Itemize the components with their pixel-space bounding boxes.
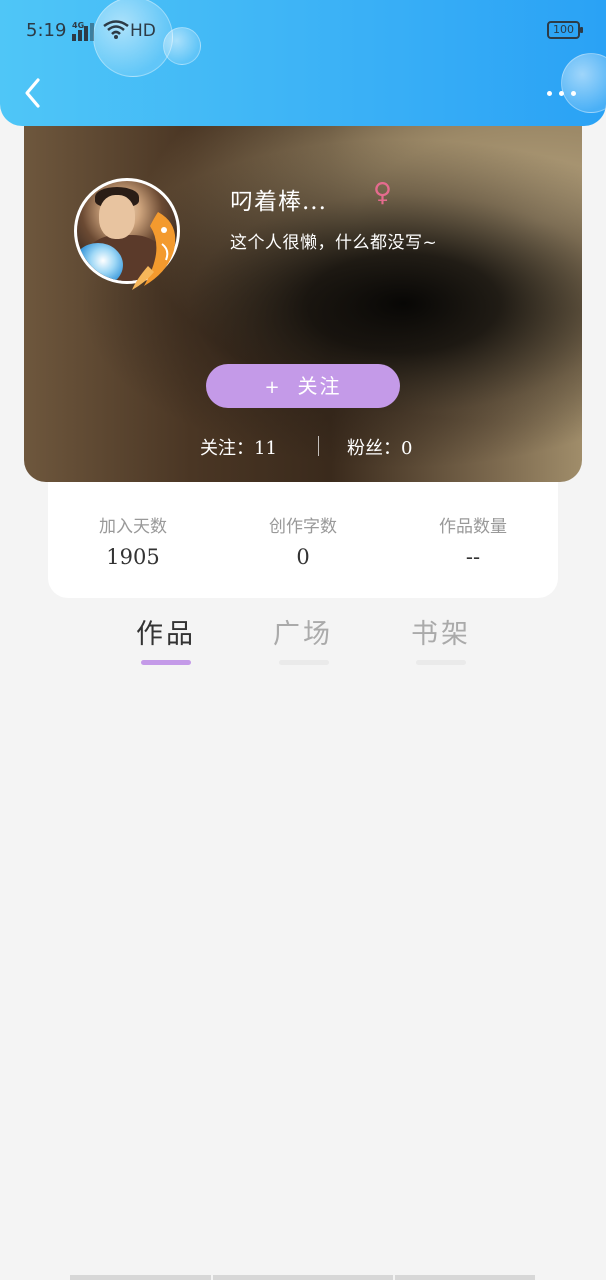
stat-value: 1905: [106, 545, 160, 569]
stat-label: 加入天数: [99, 517, 167, 537]
tab-bookshelf-indicator: [416, 660, 466, 665]
tab-square[interactable]: 广场: [273, 612, 333, 651]
battery-icon: 100: [547, 21, 583, 39]
stats-card: 加入天数 1905 创作字数 0 作品数量 --: [48, 482, 558, 598]
back-button[interactable]: [18, 75, 50, 111]
stat-works-count: 作品数量 --: [388, 512, 558, 569]
following-count[interactable]: 关注：11: [200, 434, 277, 460]
user-bio: 这个人很懒，什么都没写~: [230, 233, 438, 253]
bottom-bar-segment: [70, 1275, 211, 1280]
username: 叼着棒...: [230, 189, 327, 215]
profile-card: 叼着棒... ♀ 这个人很懒，什么都没写~ + 关注 关注：11 粉丝：0: [24, 110, 582, 482]
plus-icon: +: [264, 377, 282, 398]
hd-label: HD: [130, 21, 156, 41]
tab-works[interactable]: 作品: [136, 612, 196, 651]
more-dots-icon: [547, 91, 552, 96]
female-gender-icon: ♀: [373, 178, 393, 208]
status-time: 5:19: [26, 20, 67, 41]
top-header: 5:19 4G HD 100: [0, 0, 606, 126]
status-bar: 5:19 4G HD 100: [0, 0, 606, 62]
stat-value: 0: [296, 545, 310, 569]
bottom-bar-segment: [395, 1275, 535, 1280]
tab-works-indicator: [141, 660, 191, 665]
tab-bookshelf[interactable]: 书架: [411, 612, 471, 651]
stat-join-days: 加入天数 1905: [48, 512, 218, 569]
stat-label: 创作字数: [269, 517, 337, 537]
more-dots-icon: [559, 91, 564, 96]
follow-button-label: 关注: [297, 374, 342, 398]
stat-word-count: 创作字数 0: [218, 512, 388, 569]
wifi-icon: [103, 20, 129, 39]
stat-label: 作品数量: [439, 517, 507, 537]
signal-icon: [72, 23, 94, 41]
chevron-left-icon: [25, 78, 40, 108]
follow-button[interactable]: + 关注: [206, 364, 400, 408]
fans-count[interactable]: 粉丝：0: [347, 434, 412, 460]
tab-square-indicator: [279, 660, 329, 665]
divider: [318, 436, 319, 456]
koi-fish-icon: [132, 212, 176, 290]
stat-value: --: [465, 545, 481, 569]
bottom-bar-segment: [213, 1275, 393, 1280]
wave-icon: [77, 243, 123, 281]
more-dots-icon: [571, 91, 576, 96]
more-button[interactable]: [543, 80, 581, 106]
